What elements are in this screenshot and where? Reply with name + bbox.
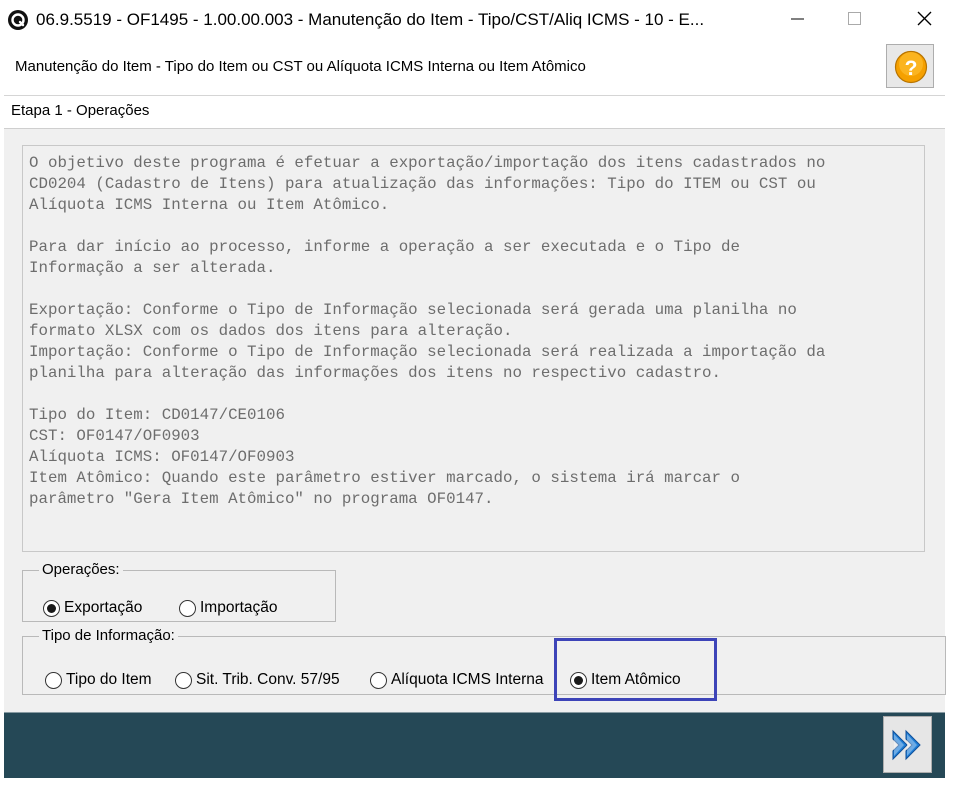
help-question-icon: ? [894, 50, 928, 84]
radio-tipo-do-item[interactable]: Tipo do Item [45, 669, 152, 691]
operacoes-legend: Operações: [42, 561, 120, 578]
radio-sit-trib[interactable]: Sit. Trib. Conv. 57/95 [175, 669, 340, 691]
maximize-icon [848, 12, 861, 25]
app-logo-icon [8, 10, 28, 30]
radio-unchecked-icon [179, 599, 196, 617]
radio-exportacao[interactable]: Exportação [43, 597, 142, 619]
radio-unchecked-icon [45, 671, 62, 689]
description-textbox: O objetivo deste programa é efetuar a ex… [22, 145, 925, 552]
radio-tipo-do-item-label: Tipo do Item [66, 671, 152, 688]
radio-unchecked-icon [175, 671, 192, 689]
window-title: 06.9.5519 - OF1495 - 1.00.00.003 - Manut… [36, 10, 705, 29]
radio-importacao-label: Importação [200, 599, 278, 616]
svg-text:?: ? [905, 57, 918, 80]
tipo-informacao-legend: Tipo de Informação: [42, 627, 175, 644]
radio-importacao[interactable]: Importação [179, 597, 278, 619]
radio-aliquota-icms-label: Alíquota ICMS Interna [391, 671, 544, 688]
title-bar: 06.9.5519 - OF1495 - 1.00.00.003 - Manut… [0, 0, 961, 40]
close-icon [917, 11, 932, 26]
help-button[interactable]: ? [886, 44, 934, 88]
radio-unchecked-icon [370, 671, 387, 689]
radio-checked-icon [43, 599, 60, 617]
radio-sit-trib-label: Sit. Trib. Conv. 57/95 [196, 671, 340, 688]
minimize-icon [791, 18, 804, 20]
radio-aliquota-icms[interactable]: Alíquota ICMS Interna [370, 669, 544, 691]
close-button[interactable] [896, 0, 952, 38]
header-title: Manutenção do Item - Tipo do Item ou CST… [15, 58, 586, 75]
fast-forward-icon [892, 729, 921, 761]
step-bar: Etapa 1 - Operações [4, 96, 945, 129]
maximize-button[interactable] [826, 0, 882, 38]
highlight-annotation [554, 638, 717, 701]
footer-bar [4, 712, 945, 778]
operacoes-group: Operações: Exportação Importação [22, 561, 336, 622]
step-label: Etapa 1 - Operações [11, 102, 150, 119]
tipo-informacao-group: Tipo de Informação: Tipo do Item Sit. Tr… [22, 627, 946, 695]
next-button[interactable] [883, 716, 932, 773]
header-panel: Manutenção do Item - Tipo do Item ou CST… [4, 40, 945, 96]
radio-exportacao-label: Exportação [64, 599, 143, 616]
dialog-client-area: Manutenção do Item - Tipo do Item ou CST… [4, 40, 946, 778]
minimize-button[interactable] [770, 0, 826, 38]
